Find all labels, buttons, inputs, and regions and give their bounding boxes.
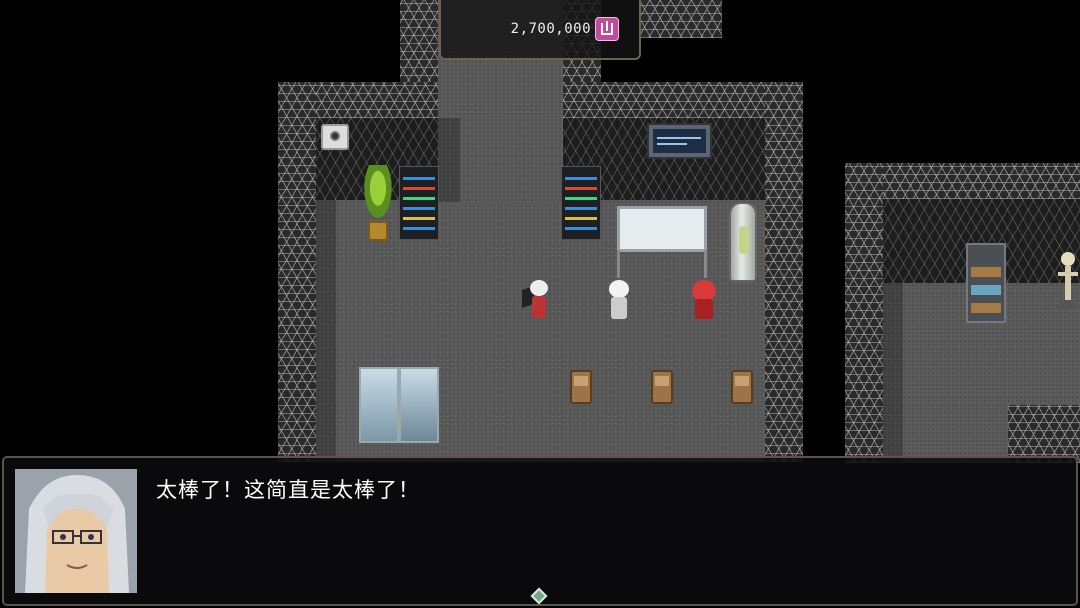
specimen-tank [729,202,757,282]
chair [731,370,753,404]
floor-shadow-corridor [438,118,460,202]
chair [570,370,592,404]
partition-screen [359,367,399,443]
wall-top-strip [640,0,722,38]
wall-monitor [647,123,712,159]
specimen-cabinet [966,243,1006,323]
potted-plant [360,165,396,243]
npc-red-haired-girl[interactable] [690,280,718,320]
gold-amount: 2,700,000 [510,21,591,37]
floor-shadow-right [883,283,903,463]
wall-top-corridor-left [400,0,438,84]
chair [651,370,673,404]
wall-right-bldg-inner [1008,405,1080,463]
partition-screen [399,367,439,443]
dialogue-text: 太棒了！这简直是太棒了！ [156,478,420,502]
skeleton-model [1056,252,1080,314]
wall-right-bldg-left [845,163,883,463]
wall-left-side [278,82,316,462]
server-rack [561,166,601,240]
wall-right-side [765,82,803,462]
gold-window: 2,700,000 [439,0,641,60]
floor-shadow [316,200,336,462]
server-rack [399,166,439,240]
security-camera-icon [321,124,349,150]
gold-bag-icon [595,17,619,41]
whiteboard [615,206,709,278]
speaker-portrait [15,469,137,593]
npc-white-haired-boy[interactable] [606,280,632,320]
npc-winged-girl[interactable] [522,280,552,320]
